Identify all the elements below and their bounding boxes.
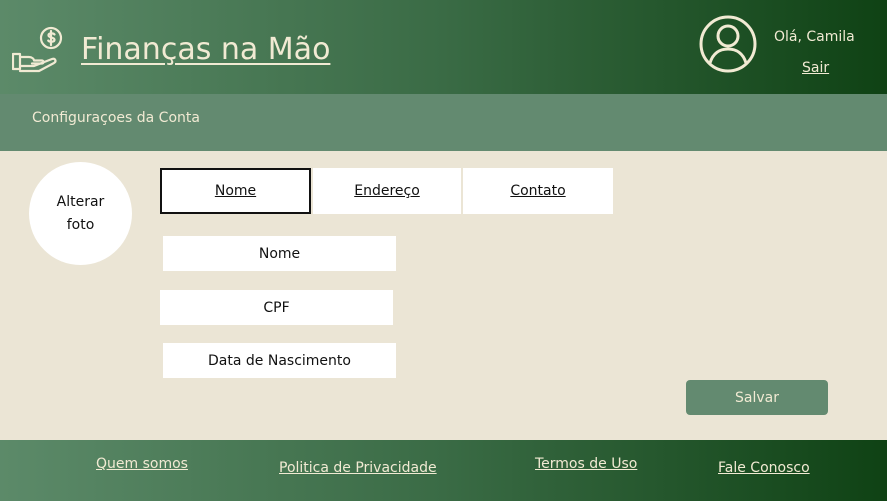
brand-title[interactable]: Finanças na Mão [81, 32, 330, 67]
birthdate-input[interactable] [163, 343, 396, 378]
name-input[interactable] [163, 236, 396, 271]
tab-name[interactable]: Nome [160, 168, 311, 214]
user-greeting: Olá, Camila [774, 29, 855, 45]
tab-address[interactable]: Endereço [313, 168, 461, 214]
change-photo-label: Alterar foto [56, 193, 105, 233]
footer: Quem somos Politica de Privacidade Termo… [0, 440, 887, 501]
top-header: Finanças na Mão Olá, Camila Sair [0, 0, 887, 94]
footer-link-about[interactable]: Quem somos [96, 456, 188, 472]
section-bar: Configuraçoes da Conta [0, 94, 887, 151]
money-hand-icon [12, 26, 63, 73]
footer-link-contact[interactable]: Fale Conosco [718, 460, 810, 476]
footer-link-terms[interactable]: Termos de Uso [535, 456, 637, 472]
page-title: Configuraçoes da Conta [32, 110, 200, 126]
tab-contact[interactable]: Contato [463, 168, 613, 214]
save-button[interactable]: Salvar [686, 380, 828, 415]
logout-link[interactable]: Sair [802, 60, 829, 76]
change-photo-button[interactable]: Alterar foto [29, 162, 132, 265]
cpf-input[interactable] [160, 290, 393, 325]
footer-link-privacy[interactable]: Politica de Privacidade [279, 460, 437, 476]
user-circle-icon[interactable] [698, 14, 758, 74]
